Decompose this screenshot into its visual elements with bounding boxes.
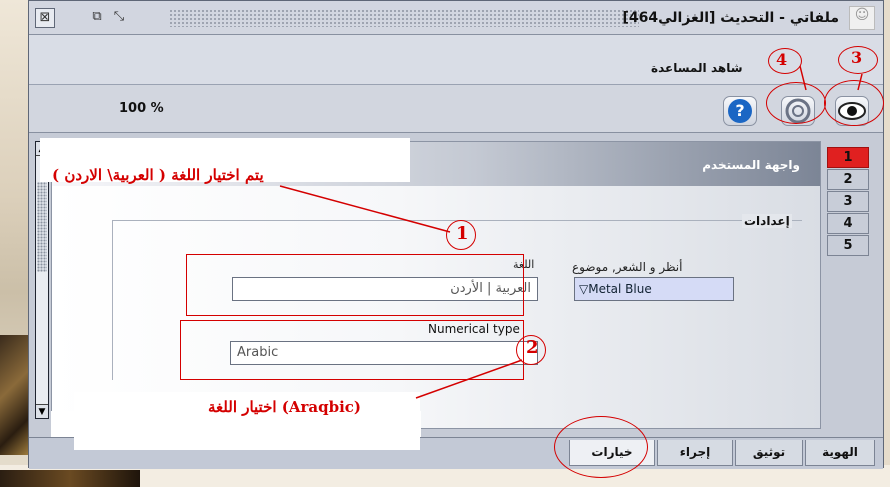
annotation-line-4 — [799, 65, 807, 91]
annotation-line-1 — [279, 185, 451, 233]
annotation-lines — [279, 65, 863, 399]
annotation-line-3 — [857, 73, 863, 91]
annotation-line-2 — [415, 359, 523, 399]
